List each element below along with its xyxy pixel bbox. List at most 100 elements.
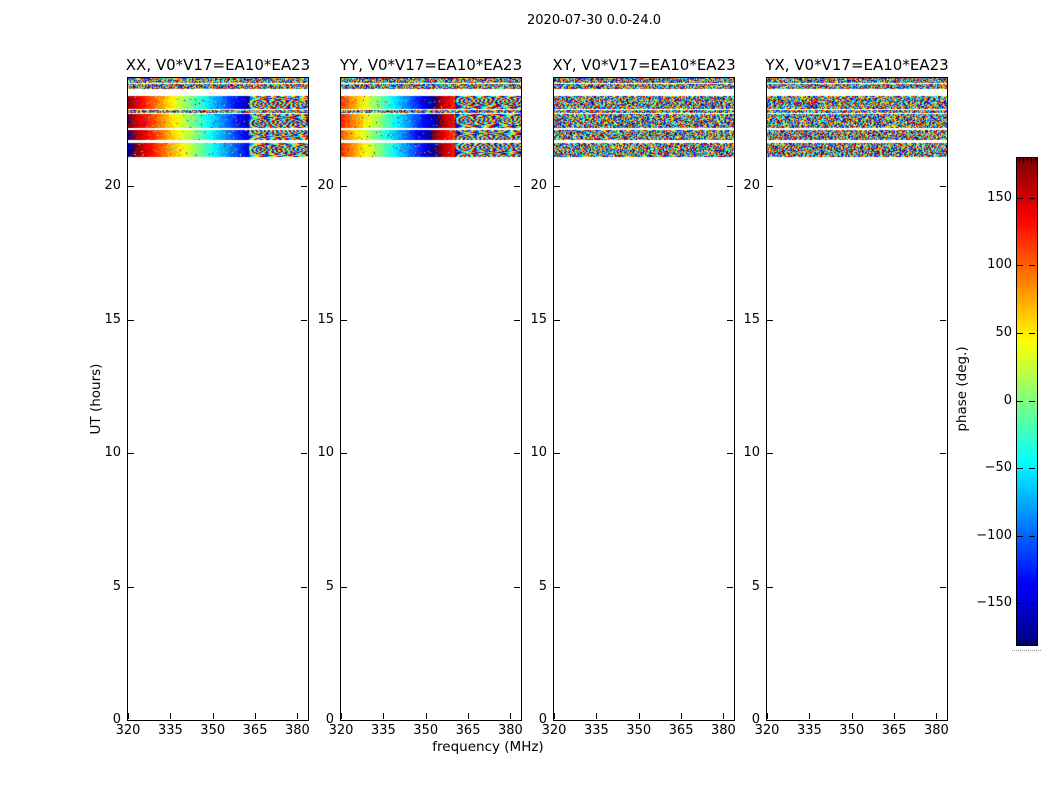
y-tick-label: 20 [723,178,760,194]
colorbar-label: phase (deg.) [954,346,970,431]
x-tick-label: 335 [576,723,616,739]
x-tick-label: 350 [406,723,446,739]
colorbar-tick-label: −100 [966,528,1012,544]
y-tick-label: 20 [510,178,547,194]
x-tick-mark [255,713,256,719]
colorbar-tick-label: 100 [966,257,1012,273]
x-tick-mark [894,713,895,719]
y-tick-mark [554,720,560,721]
x-tick-label: 380 [916,723,956,739]
y-tick-mark [128,720,134,721]
heatmap-canvas-XX [128,78,308,720]
y-tick-label: 15 [84,312,121,328]
y-tick-mark [341,186,347,187]
y-tick-label: 10 [510,445,547,461]
colorbar-tick-label: 50 [966,325,1012,341]
x-tick-mark [767,713,768,719]
y-tick-mark [128,186,134,187]
y-tick-mark [767,587,773,588]
colorbar-tick-mark [1017,536,1023,537]
x-tick-mark [639,713,640,719]
x-tick-mark [936,713,937,719]
x-tick-label: 320 [747,723,787,739]
y-tick-mark [940,587,946,588]
y-tick-mark [940,186,946,187]
y-tick-mark [940,720,946,721]
heatmap-canvas-XY [554,78,734,720]
colorbar-tick-mark [1029,265,1035,266]
colorbar-tick-label: −50 [966,460,1012,476]
colorbar-tick-mark [1017,603,1023,604]
figure-title: 2020-07-30 0.0-24.0 [394,13,794,28]
y-tick-label: 10 [84,445,121,461]
x-tick-label: 320 [108,723,148,739]
x-tick-label: 365 [235,723,275,739]
y-tick-label: 15 [510,312,547,328]
y-tick-label: 15 [297,312,334,328]
y-tick-mark [554,320,560,321]
heatmap-canvas-YY [341,78,521,720]
colorbar-tick-mark [1029,401,1035,402]
heatmap-panel-YY [340,77,522,721]
y-tick-label: 10 [297,445,334,461]
x-tick-mark [468,713,469,719]
y-tick-mark [341,720,347,721]
colorbar-gradient [1017,158,1037,645]
colorbar-tick-mark [1029,468,1035,469]
colorbar-tick-mark [1029,536,1035,537]
colorbar-tick-label: −150 [966,595,1012,611]
panel-title-YX: YX, V0*V17=EA10*EA23 [707,56,1007,74]
y-tick-mark [341,453,347,454]
y-tick-label: 5 [84,579,121,595]
x-tick-mark [852,713,853,719]
x-tick-label: 350 [619,723,659,739]
x-tick-label: 320 [321,723,361,739]
x-tick-mark [426,713,427,719]
x-tick-label: 335 [363,723,403,739]
y-tick-mark [128,453,134,454]
y-tick-mark [341,320,347,321]
y-tick-label: 5 [510,579,547,595]
colorbar-tick-mark [1017,265,1023,266]
y-tick-mark [767,186,773,187]
y-tick-mark [767,320,773,321]
colorbar-tick-mark [1017,401,1023,402]
y-tick-mark [554,453,560,454]
x-tick-mark [596,713,597,719]
heatmap-panel-XY [553,77,735,721]
y-axis-label: UT (hours) [88,364,104,435]
x-tick-mark [554,713,555,719]
x-tick-mark [213,713,214,719]
y-tick-label: 10 [723,445,760,461]
y-tick-mark [554,186,560,187]
x-tick-mark [809,713,810,719]
x-tick-mark [170,713,171,719]
colorbar-tick-mark [1017,468,1023,469]
x-tick-label: 320 [534,723,574,739]
x-tick-label: 365 [448,723,488,739]
y-tick-mark [128,587,134,588]
y-tick-label: 15 [723,312,760,328]
y-tick-label: 5 [723,579,760,595]
colorbar-tick-mark [1017,333,1023,334]
x-tick-mark [383,713,384,719]
colorbar-tick-mark [1029,333,1035,334]
y-tick-label: 5 [297,579,334,595]
x-tick-label: 335 [789,723,829,739]
colorbar [1016,157,1038,646]
colorbar-tick-label: 0 [966,393,1012,409]
colorbar-tick-mark [1017,198,1023,199]
x-tick-label: 350 [193,723,233,739]
y-tick-mark [767,453,773,454]
y-tick-mark [940,453,946,454]
x-tick-mark [128,713,129,719]
y-tick-mark [554,587,560,588]
x-tick-label: 335 [150,723,190,739]
colorbar-tick-mark [1029,198,1035,199]
x-tick-mark [681,713,682,719]
x-tick-label: 365 [661,723,701,739]
y-tick-mark [940,320,946,321]
x-tick-label: 350 [832,723,872,739]
y-tick-mark [128,320,134,321]
heatmap-canvas-YX [767,78,947,720]
